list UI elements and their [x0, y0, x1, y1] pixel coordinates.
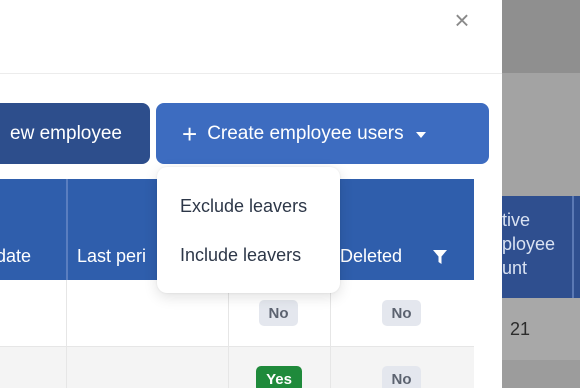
background-header-line: tive	[502, 210, 531, 230]
modal-dialog: × ew employee + Create employee users da…	[0, 0, 502, 388]
cell-separator	[330, 280, 331, 388]
background-table: tive ployee unt 21	[502, 0, 580, 388]
menu-item-include-leavers[interactable]: Include leavers	[157, 235, 340, 284]
column-header-last-period[interactable]: Last peri	[77, 246, 146, 267]
create-users-dropdown-menu: Exclude leavers Include leavers	[157, 167, 340, 293]
background-column-header: tive ployee unt	[502, 196, 580, 298]
column-separator	[66, 179, 68, 280]
column-header-date[interactable]: date	[0, 246, 31, 267]
caret-down-icon	[415, 131, 426, 138]
column-header-deleted[interactable]: Deleted	[340, 246, 402, 267]
new-employee-label: ew employee	[10, 122, 122, 144]
menu-item-exclude-leavers[interactable]: Exclude leavers	[157, 186, 340, 235]
background-header-line: unt	[502, 258, 528, 278]
background-cell-value: 21	[510, 319, 531, 339]
background-header-area	[502, 0, 580, 73]
deleted-badge: No	[382, 366, 421, 388]
cell-separator	[228, 280, 229, 388]
background-cell	[502, 360, 580, 388]
filter-icon[interactable]	[433, 250, 447, 265]
modal-divider	[0, 73, 502, 74]
background-column-separator	[572, 196, 574, 298]
status-badge: No	[259, 300, 298, 326]
background-cell: 21	[502, 298, 580, 360]
close-icon[interactable]: ×	[451, 7, 473, 33]
plus-icon: +	[182, 118, 198, 149]
row-separator	[0, 346, 474, 347]
deleted-badge: No	[382, 300, 421, 326]
create-employee-users-button[interactable]: + Create employee users	[156, 103, 489, 164]
background-header-line: ployee	[502, 234, 556, 254]
create-employee-users-label: Create employee users	[207, 122, 404, 144]
new-employee-button[interactable]: ew employee	[0, 103, 150, 164]
cell-separator	[66, 280, 67, 388]
status-badge: Yes	[256, 366, 302, 388]
